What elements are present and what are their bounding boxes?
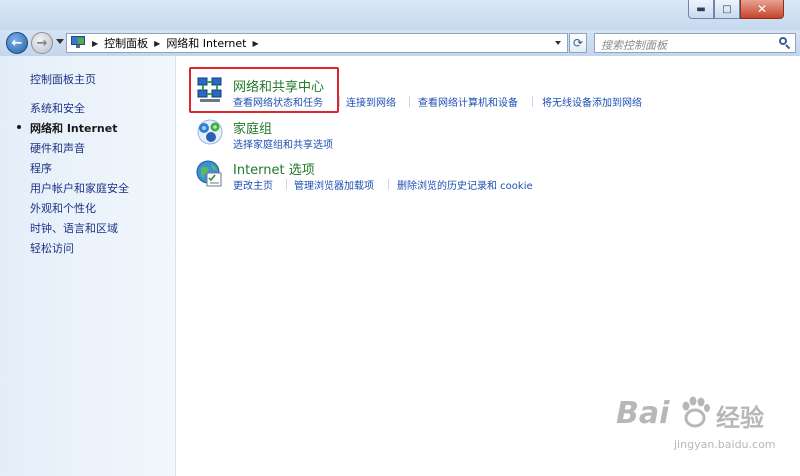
link-connect-to-network[interactable]: 连接到网络 bbox=[346, 94, 396, 109]
category-title-homegroup[interactable]: 家庭组 bbox=[233, 118, 272, 137]
sidebar-item-network-internet[interactable]: 网络和 Internet bbox=[30, 120, 117, 136]
sidebar-item-system-security[interactable]: 系统和安全 bbox=[30, 100, 85, 116]
link-choose-homegroup-options[interactable]: 选择家庭组和共享选项 bbox=[233, 136, 333, 151]
address-toolbar: ← → ▶ 控制面板 ▶ 网络和 Internet ▶ ⟳ 搜索控制面板 bbox=[0, 30, 800, 56]
breadcrumb-chevron-icon[interactable]: ▶ bbox=[253, 39, 259, 48]
sidebar bbox=[0, 56, 176, 476]
watermark-brand-suffix: 经验 bbox=[716, 404, 764, 432]
close-button[interactable]: ✕ bbox=[740, 0, 784, 19]
search-icon[interactable] bbox=[779, 37, 791, 50]
breadcrumb-chevron-icon[interactable]: ▶ bbox=[154, 39, 160, 48]
search-input[interactable]: 搜索控制面板 bbox=[594, 33, 796, 53]
refresh-button[interactable]: ⟳ bbox=[569, 33, 587, 53]
search-placeholder: 搜索控制面板 bbox=[601, 39, 667, 52]
sidebar-item-appearance[interactable]: 外观和个性化 bbox=[30, 200, 96, 216]
forward-button[interactable]: → bbox=[31, 32, 53, 54]
forward-arrow-icon: → bbox=[36, 35, 48, 51]
refresh-icon: ⟳ bbox=[572, 36, 584, 50]
sidebar-item-clock-language[interactable]: 时钟、语言和区域 bbox=[30, 220, 118, 236]
sidebar-item-programs[interactable]: 程序 bbox=[30, 160, 52, 176]
recent-pages-dropdown[interactable] bbox=[56, 39, 64, 44]
highlight-annotation bbox=[189, 67, 339, 113]
paw-icon bbox=[678, 394, 712, 430]
link-separator bbox=[532, 96, 533, 107]
sidebar-item-ease-of-access[interactable]: 轻松访问 bbox=[30, 240, 74, 256]
link-view-network-computers[interactable]: 查看网络计算机和设备 bbox=[418, 94, 518, 109]
link-change-homepage[interactable]: 更改主页 bbox=[233, 177, 273, 192]
address-dropdown-icon[interactable] bbox=[555, 41, 561, 45]
breadcrumb-network-internet[interactable]: 网络和 Internet bbox=[166, 35, 246, 51]
homegroup-icon[interactable] bbox=[195, 117, 225, 147]
link-separator bbox=[339, 96, 340, 107]
close-icon: ✕ bbox=[756, 2, 768, 16]
link-add-wireless-device[interactable]: 将无线设备添加到网络 bbox=[542, 94, 642, 109]
link-manage-add-ons[interactable]: 管理浏览器加载项 bbox=[294, 177, 374, 192]
link-separator bbox=[388, 179, 389, 190]
baidu-watermark: Bai 经验 jingyan.baidu.com bbox=[612, 390, 792, 470]
back-arrow-icon: ← bbox=[11, 35, 23, 51]
breadcrumb-chevron-icon[interactable]: ▶ bbox=[92, 39, 98, 48]
minimize-icon: ▬ bbox=[696, 3, 706, 15]
link-separator bbox=[286, 179, 287, 190]
link-separator bbox=[409, 96, 410, 107]
watermark-brand: Bai bbox=[616, 396, 670, 431]
address-field[interactable]: ▶ 控制面板 ▶ 网络和 Internet ▶ bbox=[66, 33, 568, 53]
sidebar-item-user-accounts[interactable]: 用户帐户和家庭安全 bbox=[30, 180, 129, 196]
internet-options-icon[interactable] bbox=[195, 159, 225, 189]
sidebar-item-control-panel-home[interactable]: 控制面板主页 bbox=[30, 71, 96, 87]
title-bar: ▬ □ ✕ bbox=[0, 0, 800, 30]
control-panel-icon bbox=[70, 35, 86, 51]
sidebar-item-hardware-sound[interactable]: 硬件和声音 bbox=[30, 140, 85, 156]
link-delete-browsing-history[interactable]: 删除浏览的历史记录和 cookie bbox=[397, 177, 533, 192]
watermark-url: jingyan.baidu.com bbox=[674, 438, 776, 451]
maximize-button[interactable]: □ bbox=[714, 0, 740, 19]
back-button[interactable]: ← bbox=[6, 32, 28, 54]
window-controls: ▬ □ ✕ bbox=[688, 0, 784, 19]
maximize-icon: □ bbox=[722, 3, 732, 15]
category-title-internet-options[interactable]: Internet 选项 bbox=[233, 159, 315, 178]
minimize-button[interactable]: ▬ bbox=[688, 0, 714, 19]
breadcrumb-control-panel[interactable]: 控制面板 bbox=[104, 35, 148, 51]
active-bullet-icon bbox=[17, 125, 21, 129]
